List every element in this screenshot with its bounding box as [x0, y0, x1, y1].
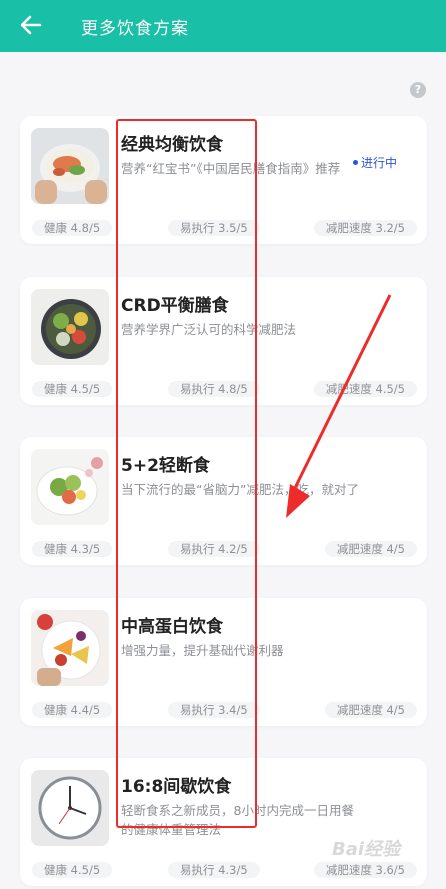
diet-plan-card[interactable]: CRD平衡膳食 营养学界广泛认可的科学减肥法 健康 4.5/5 易执行 4.8/… — [20, 277, 427, 405]
plan-metrics: 健康 4.5/5 易执行 4.8/5 减肥速度 4.5/5 — [32, 381, 417, 397]
diet-plan-card[interactable]: 经典均衡饮食 营养“红宝书”《中国居民膳食指南》推荐 进行中 健康 4.8/5 … — [20, 116, 427, 244]
plan-title: CRD平衡膳食 — [121, 296, 229, 316]
rice-bowl-image — [31, 128, 109, 204]
speed-rating: 减肥速度 4/5 — [324, 541, 417, 557]
status-dot-icon — [353, 160, 358, 165]
ease-rating: 易执行 3.5/5 — [168, 220, 260, 236]
health-rating: 健康 4.4/5 — [32, 702, 113, 718]
plan-description: 增强力量，提升基础代谢利器 — [121, 643, 284, 658]
diet-plan-card[interactable]: 16:8间歇饮食 轻断食系之新成员，8小时内完成一日用餐的健康体重管理法 健康 … — [20, 758, 427, 886]
status-badge: 进行中 — [353, 154, 397, 171]
plan-description: 营养学界广泛认可的科学减肥法 — [121, 322, 297, 337]
speed-rating: 减肥速度 3.2/5 — [313, 220, 417, 236]
plan-title: 中高蛋白饮食 — [121, 617, 223, 637]
plan-description: 当下流行的最“省脑力”减肥法，吃，就对了 — [121, 482, 359, 497]
plan-title: 5+2轻断食 — [121, 456, 210, 476]
help-icon[interactable]: ? — [410, 82, 426, 98]
speed-rating: 减肥速度 4/5 — [324, 702, 417, 718]
ease-rating: 易执行 3.4/5 — [168, 702, 260, 718]
watermark: Bai经验 — [332, 839, 401, 860]
back-arrow-icon[interactable] — [18, 12, 44, 38]
salad-plate-image — [31, 449, 109, 525]
plan-description: 营养“红宝书”《中国居民膳食指南》推荐 — [121, 161, 341, 176]
salad-bowl-image — [31, 289, 109, 365]
plan-title: 经典均衡饮食 — [121, 135, 223, 155]
ease-rating: 易执行 4.2/5 — [168, 541, 260, 557]
speed-rating: 减肥速度 3.6/5 — [313, 862, 417, 878]
diet-plan-card[interactable]: 5+2轻断食 当下流行的最“省脑力”减肥法，吃，就对了 健康 4.3/5 易执行… — [20, 437, 427, 565]
speed-rating: 减肥速度 4.5/5 — [313, 381, 417, 397]
page: 更多饮食方案 ? 经典均衡饮食 营养“红宝书”《中国居民膳食指南》推荐 进行中 … — [0, 0, 446, 889]
plan-metrics: 健康 4.8/5 易执行 3.5/5 减肥速度 3.2/5 — [32, 220, 417, 236]
ease-rating: 易执行 4.3/5 — [168, 862, 260, 878]
diet-plan-card[interactable]: 中高蛋白饮食 增强力量，提升基础代谢利器 健康 4.4/5 易执行 3.4/5 … — [20, 598, 427, 726]
status-label: 进行中 — [361, 156, 398, 170]
plan-metrics: 健康 4.5/5 易执行 4.3/5 减肥速度 3.6/5 — [32, 862, 417, 878]
health-rating: 健康 4.8/5 — [32, 220, 113, 236]
health-rating: 健康 4.3/5 — [32, 541, 113, 557]
fruit-plate-image — [31, 610, 109, 686]
plan-metrics: 健康 4.4/5 易执行 3.4/5 减肥速度 4/5 — [32, 702, 417, 718]
page-title: 更多饮食方案 — [81, 19, 189, 39]
health-rating: 健康 4.5/5 — [32, 862, 113, 878]
plan-description: 轻断食系之新成员，8小时内完成一日用餐的健康体重管理法 — [121, 803, 354, 837]
health-rating: 健康 4.5/5 — [32, 381, 113, 397]
wall-clock-image — [31, 770, 109, 846]
plan-title: 16:8间歇饮食 — [121, 777, 232, 797]
ease-rating: 易执行 4.8/5 — [168, 381, 260, 397]
top-bar: 更多饮食方案 — [0, 0, 446, 52]
plan-metrics: 健康 4.3/5 易执行 4.2/5 减肥速度 4/5 — [32, 541, 417, 557]
